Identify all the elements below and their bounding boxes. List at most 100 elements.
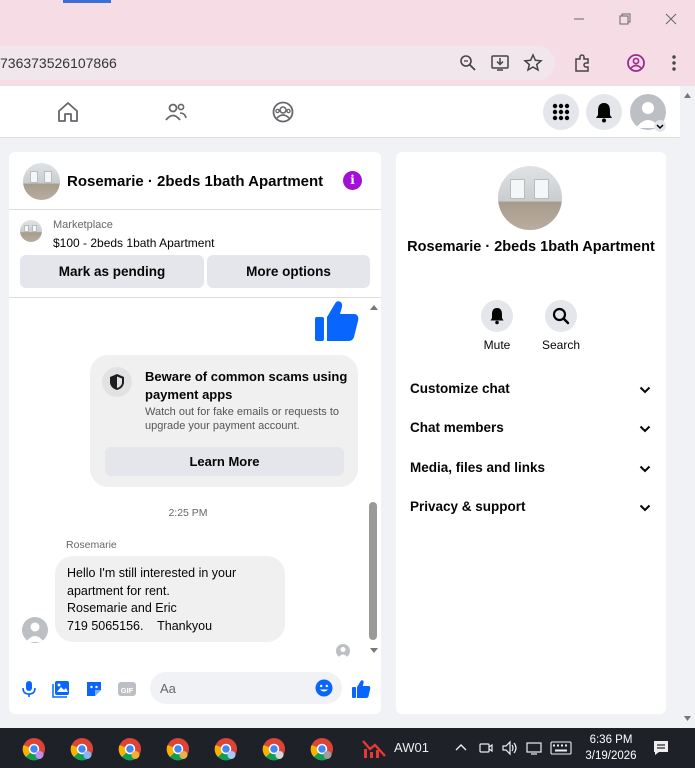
search-icon <box>545 300 577 332</box>
message-bubble[interactable]: Hello I'm still interested in your apart… <box>55 556 285 642</box>
close-window-button[interactable] <box>660 10 682 30</box>
scam-warning-card: Beware of common scams using payment app… <box>90 355 358 487</box>
mute-action[interactable]: Mute <box>467 300 527 352</box>
chat-details-panel: Rosemarie · 2beds 1bath Apartment Mute S… <box>396 152 666 714</box>
message-line: Hello I'm still interested in your <box>67 566 237 580</box>
chevron-down-icon <box>639 425 651 433</box>
system-clock[interactable]: 6:36 PM 3/19/2026 <box>580 732 642 764</box>
message-line: apartment for rent. <box>67 583 170 598</box>
chrome-icon[interactable] <box>214 737 238 761</box>
marketplace-label: Marketplace <box>53 219 113 231</box>
minimize-button[interactable] <box>568 10 590 30</box>
chat-title[interactable]: Rosemarie · 2beds 1bath Apartment <box>67 173 323 190</box>
grid-icon <box>552 103 570 121</box>
notification-center-icon[interactable] <box>652 739 670 757</box>
section-label: Customize chat <box>410 381 510 396</box>
page-scrollbar[interactable] <box>680 86 695 728</box>
privacy-support-section[interactable]: Privacy & support <box>410 499 652 519</box>
section-label: Media, files and links <box>410 460 546 475</box>
customize-chat-section[interactable]: Customize chat <box>410 381 652 401</box>
chat-header: Rosemarie · 2beds 1bath Apartment i <box>9 152 381 210</box>
chrome-icon[interactable] <box>70 737 94 761</box>
shield-icon <box>102 367 132 397</box>
volume-icon[interactable] <box>501 740 519 756</box>
media-files-links-section[interactable]: Media, files and links <box>410 460 652 480</box>
scam-warning-title: Beware of common scams using payment app… <box>145 369 348 402</box>
windows-taskbar: AW01 6:36 PM 3/19/2026 <box>0 728 695 768</box>
gif-icon[interactable]: GIF <box>117 679 137 699</box>
chrome-icon[interactable] <box>166 737 190 761</box>
address-bar-row: 736373526107866 <box>0 40 695 86</box>
message-line: 719 5065156. Thankyou <box>67 618 213 633</box>
thumbs-up-sticker <box>314 298 360 344</box>
bell-icon <box>596 103 612 123</box>
browser-menu-icon[interactable] <box>664 53 684 73</box>
keyboard-icon[interactable] <box>550 741 572 755</box>
svg-text:GIF: GIF <box>121 686 134 695</box>
chat-scrollbar[interactable] <box>367 300 381 656</box>
chevron-down-icon <box>639 504 651 512</box>
marketplace-listing: Marketplace $100 - 2beds 1bath Apartment… <box>9 210 381 298</box>
restore-button[interactable] <box>614 10 636 30</box>
section-label: Chat members <box>410 420 504 435</box>
message-timestamp: 2:25 PM <box>168 507 208 519</box>
learn-more-button[interactable]: Learn More <box>105 447 344 476</box>
bell-icon <box>481 300 513 332</box>
details-avatar[interactable] <box>498 166 562 230</box>
notifications-button[interactable] <box>586 94 622 130</box>
browser-title-bar <box>0 0 695 40</box>
clock-date: 3/19/2026 <box>585 750 637 762</box>
search-label: Search <box>541 338 581 352</box>
emoji-icon[interactable] <box>315 679 333 697</box>
account-chevron-icon[interactable] <box>654 120 666 132</box>
thumbs-up-send-icon[interactable] <box>351 679 371 699</box>
facebook-top-nav <box>0 86 680 138</box>
sender-name: Rosemarie <box>66 539 117 551</box>
chrome-icon[interactable] <box>118 737 142 761</box>
chevron-down-icon <box>639 465 651 473</box>
chrome-icon[interactable] <box>310 737 334 761</box>
network-icon[interactable] <box>525 740 543 756</box>
url-text[interactable]: 736373526107866 <box>0 55 117 71</box>
profile-icon[interactable] <box>626 53 646 73</box>
omnibox[interactable]: 736373526107866 <box>0 46 555 80</box>
install-app-icon[interactable] <box>490 53 510 73</box>
mute-label: Mute <box>483 338 511 352</box>
mark-as-pending-button[interactable]: Mark as pending <box>20 255 204 288</box>
zoom-icon[interactable] <box>458 53 478 73</box>
taskbar-app-label[interactable]: AW01 <box>394 740 429 755</box>
listing-thumbnail[interactable] <box>20 220 42 242</box>
listing-title[interactable]: $100 - 2beds 1bath Apartment <box>53 236 214 250</box>
sender-avatar[interactable] <box>22 617 48 643</box>
chrome-icon[interactable] <box>22 737 46 761</box>
chevron-down-icon <box>639 386 651 394</box>
extensions-icon[interactable] <box>573 53 593 73</box>
seen-indicator-avatar <box>336 644 350 658</box>
active-tab-indicator[interactable] <box>63 0 111 3</box>
home-icon[interactable] <box>56 100 80 124</box>
message-line: Rosemarie and Eric <box>67 601 177 615</box>
message-composer: GIF <box>9 668 381 714</box>
chat-members-section[interactable]: Chat members <box>410 420 652 440</box>
meet-now-icon[interactable] <box>478 740 494 756</box>
chevron-up-icon[interactable] <box>455 742 467 754</box>
microphone-icon[interactable] <box>19 679 39 699</box>
search-action[interactable]: Search <box>531 300 591 352</box>
more-options-button[interactable]: More options <box>207 255 370 288</box>
chat-window: Rosemarie · 2beds 1bath Apartment i Mark… <box>9 152 381 714</box>
stock-chart-icon[interactable] <box>361 737 387 759</box>
clock-time: 6:36 PM <box>589 734 633 746</box>
friends-icon[interactable] <box>164 100 188 124</box>
bookmark-star-icon[interactable] <box>523 53 543 73</box>
photo-icon[interactable] <box>52 679 72 699</box>
groups-icon[interactable] <box>271 100 295 124</box>
sticker-icon[interactable] <box>84 679 104 699</box>
message-input[interactable] <box>160 678 310 698</box>
details-name: Rosemarie · 2beds 1bath Apartment <box>407 239 655 255</box>
message-input-box[interactable] <box>150 672 342 704</box>
chrome-icon[interactable] <box>262 737 286 761</box>
menu-grid-button[interactable] <box>543 94 579 130</box>
chat-avatar[interactable] <box>23 163 60 200</box>
scam-warning-body: Watch out for fake emails or requests to… <box>145 406 340 432</box>
info-icon[interactable]: i <box>343 171 362 190</box>
